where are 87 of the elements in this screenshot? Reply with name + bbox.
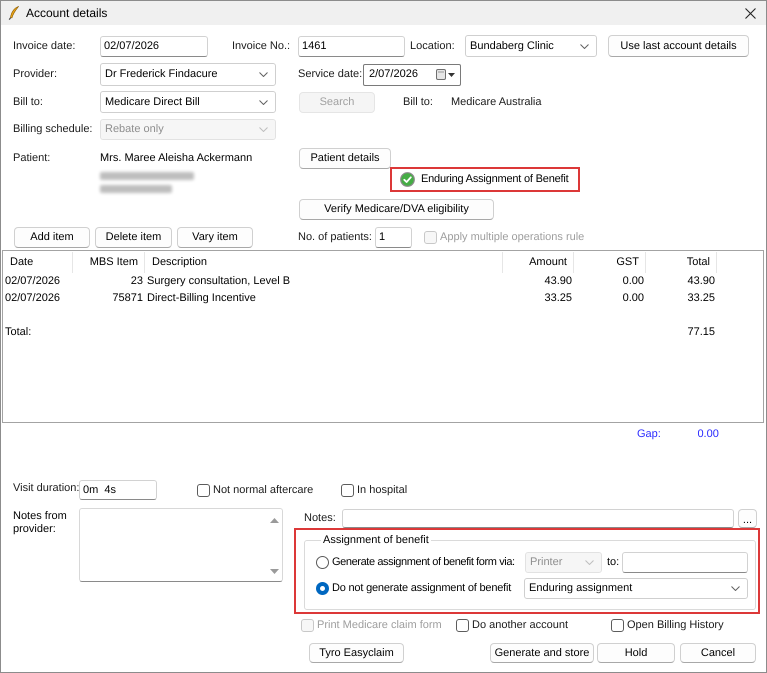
checkbox-label[interactable]: In hospital	[357, 482, 408, 498]
provider-dropdown[interactable]: Dr Frederick Findacure	[100, 63, 276, 86]
scroll-up-arrow-icon[interactable]	[270, 518, 278, 523]
table-cell-text: 0.00	[622, 274, 645, 290]
column-header[interactable]: Amount	[503, 252, 574, 273]
window-title: Account details	[26, 5, 108, 22]
scroll-down-arrow-icon[interactable]	[270, 569, 278, 574]
field-label: Invoice No.:	[232, 40, 290, 52]
notes-field[interactable]	[342, 509, 734, 528]
patient-name: Mrs. Maree Aleisha Ackermann	[100, 151, 252, 166]
reason-dropdown[interactable]: Enduring assignment	[524, 578, 748, 599]
table-cell-text: Surgery consultation, Level B	[146, 274, 292, 290]
check-circle-icon	[400, 172, 415, 187]
invoice-date-field[interactable]: 02/07/2026	[100, 36, 208, 56]
field-label: Bill to:	[13, 96, 43, 108]
caret-down-icon[interactable]	[448, 72, 455, 76]
gap-label: Gap:	[637, 426, 661, 442]
location-dropdown[interactable]: Bundaberg Clinic	[465, 35, 597, 57]
checkbox[interactable]	[341, 484, 354, 496]
recipient-field[interactable]	[622, 552, 748, 573]
calendar-icon[interactable]	[436, 69, 446, 80]
checkbox-label[interactable]: Open Billing History	[627, 617, 724, 634]
column-header[interactable]: MBS Item	[73, 252, 145, 273]
invoice-number-field[interactable]: 1461	[298, 36, 405, 56]
chevron-down-icon[interactable]	[259, 72, 268, 77]
table-cell-text: 33.25	[543, 291, 573, 306]
eab-status-text: Enduring Assignment of Benefit	[421, 172, 568, 188]
table-cell-text: 02/07/2026	[4, 291, 62, 306]
patient-details-button[interactable]: Patient details	[299, 148, 391, 169]
checkbox-label[interactable]: Not normal aftercare	[213, 482, 314, 498]
field-label: Bill to:	[403, 96, 433, 108]
field-label: Notes:	[304, 512, 336, 524]
group-title: Assignment of benefit	[322, 534, 430, 547]
table-cell-text: Direct-Billing Incentive	[146, 291, 257, 306]
item-action-button[interactable]: Delete item	[95, 226, 172, 248]
tyro-easyclaim-button[interactable]: Tyro Easyclaim	[309, 643, 404, 663]
provider-notes-field[interactable]	[79, 508, 283, 582]
checkbox[interactable]	[197, 484, 210, 496]
feather-icon	[8, 6, 19, 20]
visit-duration-field[interactable]: 0m 4s	[79, 480, 157, 500]
dialog-button[interactable]: Generate and store	[490, 643, 594, 663]
column-header[interactable]: Description	[145, 252, 503, 273]
column-header[interactable]: GST	[574, 252, 646, 273]
field-label: Do not generate assignment of benefit	[332, 582, 512, 594]
field-label: Notes from provider:	[13, 510, 68, 536]
chevron-down-icon[interactable]	[259, 100, 268, 104]
table-cell-text: 33.25	[686, 291, 716, 306]
total-value: 77.15	[687, 326, 715, 338]
field-label: to:	[607, 556, 620, 568]
field-label: Invoice date:	[13, 40, 76, 52]
table-cell-text: 0.00	[622, 291, 645, 306]
table-cell-text: 02/07/2026	[4, 274, 62, 290]
radio-button[interactable]	[316, 582, 329, 595]
dialog-button[interactable]: Hold	[597, 643, 675, 663]
table-cell-text: 23	[130, 274, 144, 290]
field-label: Service date:	[298, 68, 362, 80]
chevron-down-icon[interactable]	[731, 586, 740, 591]
item-action-button[interactable]: Vary item	[177, 226, 253, 248]
verify-eligibility-button[interactable]: Verify Medicare/DVA eligibility	[299, 199, 494, 220]
column-header[interactable]: Total	[646, 252, 717, 273]
table-cell-text: 43.90	[686, 274, 716, 290]
chevron-down-icon[interactable]	[580, 44, 589, 48]
item-action-button[interactable]: Add item	[14, 226, 90, 248]
close-icon[interactable]	[745, 8, 756, 18]
field-label: Provider:	[13, 68, 58, 80]
radio-button[interactable]	[316, 556, 329, 569]
patient-count-field[interactable]: 1	[375, 226, 412, 248]
field-label: Billing schedule:	[13, 123, 92, 136]
service-date-picker[interactable]: 2/07/2026	[363, 64, 461, 86]
total-label: Total:	[5, 326, 32, 338]
field-label: No. of patients:	[298, 230, 372, 243]
table-cell-text: 43.90	[543, 274, 573, 290]
gap-value: 0.00	[697, 428, 719, 440]
checkbox-label[interactable]: Do another account	[472, 617, 568, 634]
field-label: Visit duration:	[13, 482, 80, 494]
column-header[interactable]: Date	[3, 252, 73, 273]
field-label: Generate assignment of benefit form via:	[332, 556, 515, 568]
field-label: Location:	[410, 40, 455, 52]
checkbox[interactable]	[611, 619, 624, 632]
field-label: Patient:	[13, 152, 50, 164]
use-last-details-button[interactable]: Use last account details	[608, 35, 749, 57]
table-cell-text: 75871	[111, 291, 144, 306]
bill-to-dropdown[interactable]: Medicare Direct Bill	[100, 91, 276, 113]
checkbox[interactable]	[456, 619, 469, 632]
bill-to-value: Medicare Australia	[451, 94, 542, 110]
dialog-button[interactable]: Cancel	[680, 643, 756, 663]
more-button[interactable]: ...	[738, 509, 757, 528]
